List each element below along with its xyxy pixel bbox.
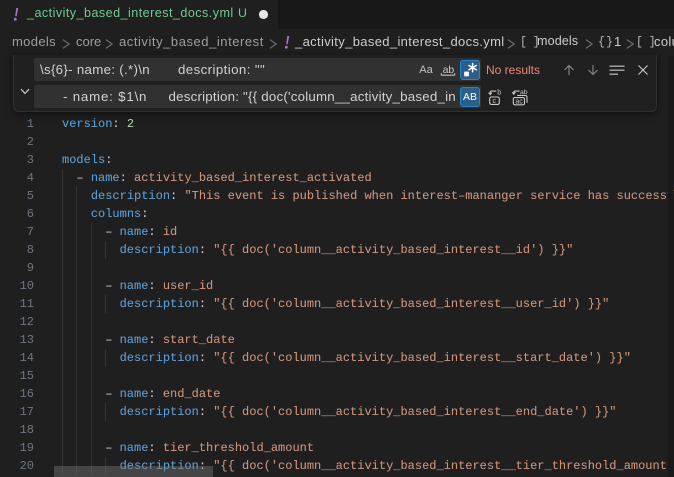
svg-text:b: b	[497, 88, 501, 96]
svg-text:ab: ab	[443, 64, 455, 76]
svg-text:ac: ac	[515, 98, 523, 105]
svg-text:ab: ab	[520, 89, 528, 96]
svg-text:c: c	[493, 98, 497, 105]
